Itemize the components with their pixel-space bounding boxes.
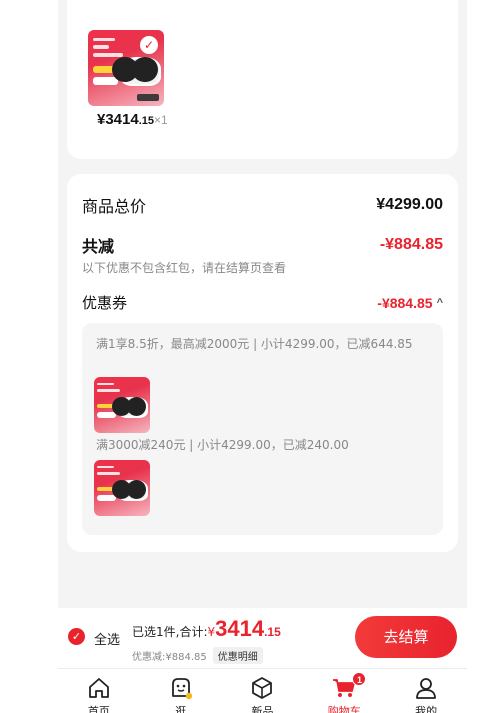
browse-icon	[171, 678, 192, 700]
tab-label: 我的	[415, 705, 438, 713]
select-all-label[interactable]: 全选	[94, 629, 120, 648]
discount-detail-button[interactable]: 优惠明细	[212, 647, 263, 664]
discount-row: 共减 -¥884.85	[82, 233, 443, 257]
product-card: ✓ ¥3414.15×1	[67, 0, 458, 159]
product-thumbnail-icon	[94, 460, 150, 516]
selected-summary: 已选1件,合计:	[132, 625, 208, 639]
total-integer: 3414	[215, 616, 265, 641]
coupon-detail-panel: 满1享8.5折，最高减2000元 | 小计4299.00，已减644.85 满3…	[82, 323, 443, 535]
checkout-bar: ✓ 全选 已选1件,合计:¥3414.15 优惠减:¥884.85 优惠明细 去…	[58, 608, 467, 668]
coupon-detail-text: 满3000减240元 | 小计4299.00，已减240.00	[96, 438, 349, 452]
tab-home[interactable]: 首页	[58, 669, 140, 713]
checkout-button[interactable]: 去结算	[355, 616, 457, 658]
checkout-discount-text: 优惠减:¥884.85	[132, 652, 207, 663]
discount-value: -¥884.85	[379, 236, 443, 253]
home-icon	[88, 678, 109, 698]
tab-label: 首页	[87, 705, 110, 713]
new-products-icon	[252, 677, 273, 699]
profile-icon	[416, 678, 436, 699]
product-price: ¥3414.15×1	[97, 111, 168, 129]
coupon-detail-text: 满1享8.5折，最高减2000元 | 小计4299.00，已减644.85	[96, 337, 413, 351]
product-quantity: ×1	[154, 113, 168, 127]
checkout-total: 已选1件,合计:¥3414.15	[132, 616, 281, 642]
product-thumbnail-icon	[94, 377, 150, 433]
coupon-label: 优惠券	[82, 294, 128, 312]
discount-note: 以下优惠不包含红包，请在结算页查看	[82, 261, 287, 275]
coupon-row[interactable]: 优惠券 -¥884.85 ^	[82, 292, 443, 313]
tab-label: 逛	[175, 705, 187, 713]
price-decimal: .15	[138, 115, 155, 127]
tab-new[interactable]: 新品	[222, 669, 304, 713]
discount-label: 共减	[82, 237, 115, 256]
cart-count-badge: 1	[352, 672, 367, 686]
price-summary-card: 商品总价 ¥4299.00 共减 -¥884.85 以下优惠不包含红包，请在结算…	[67, 174, 458, 552]
tab-profile[interactable]: 我的	[385, 669, 467, 713]
cart-screen: ✓ ¥3414.15×1 商品总价 ¥4299.00 共减 -¥884.85 以…	[58, 0, 467, 713]
tab-cart[interactable]: 1 购物车	[303, 669, 385, 713]
goods-total-label: 商品总价	[82, 197, 147, 216]
coupon-value: -¥884.85	[377, 294, 433, 311]
checkout-discount: 优惠减:¥884.85 优惠明细	[132, 647, 263, 664]
total-decimal: .15	[264, 625, 281, 639]
selected-check-icon: ✓	[140, 36, 158, 54]
product-thumbnail-icon[interactable]: ✓	[88, 30, 164, 106]
select-all-checkbox[interactable]: ✓	[68, 628, 85, 645]
tab-label: 购物车	[327, 705, 361, 713]
goods-total-value: ¥4299.00	[376, 196, 443, 213]
price-integer: 3414	[105, 111, 139, 128]
chevron-up-icon: ^	[436, 296, 443, 309]
bottom-tab-bar: 首页 逛 新品 1 购物车 我的	[58, 668, 467, 713]
tab-label: 新品	[251, 705, 274, 713]
total-symbol: ¥	[207, 625, 216, 639]
coupon-value-toggle[interactable]: -¥884.85 ^	[377, 295, 443, 311]
goods-total-row: 商品总价 ¥4299.00	[82, 193, 443, 217]
tab-browse[interactable]: 逛	[140, 669, 222, 713]
